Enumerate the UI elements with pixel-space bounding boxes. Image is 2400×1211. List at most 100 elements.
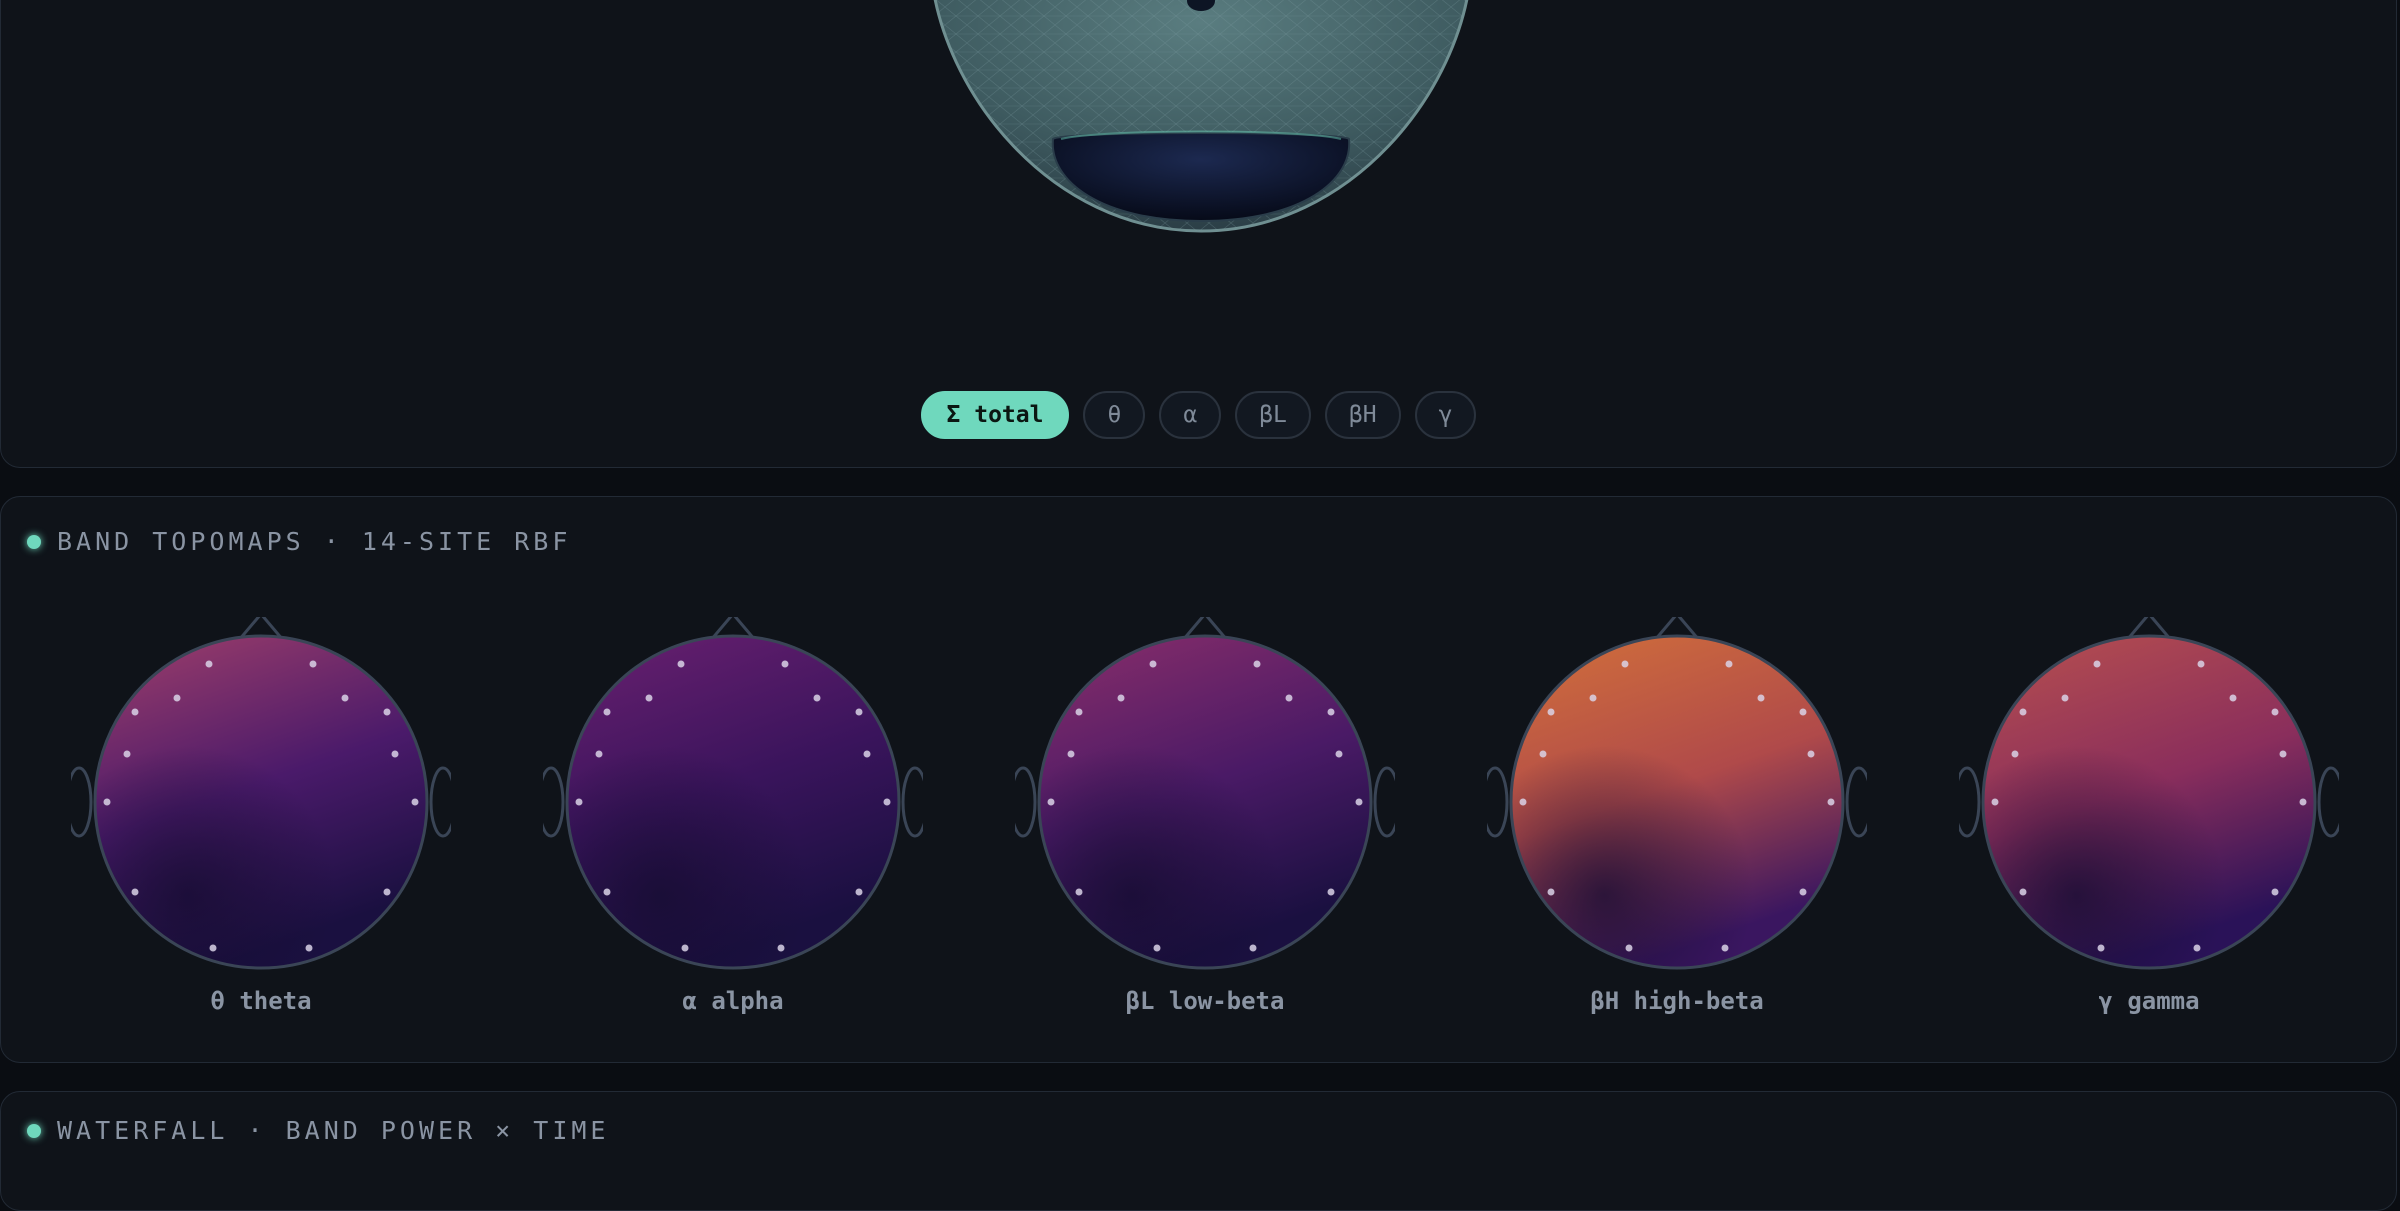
electrode-dot xyxy=(2299,798,2307,806)
electrode-dot xyxy=(411,798,419,806)
electrode-dot xyxy=(781,660,789,668)
band-pill-high-beta[interactable]: βH xyxy=(1324,391,1401,439)
topomap-cell: θ theta xyxy=(71,617,451,1015)
electrode-dot xyxy=(309,660,317,668)
waterfall-title: WATERFALL · BAND POWER × TIME xyxy=(57,1116,610,1145)
right-ear-icon xyxy=(2317,766,2339,838)
electrode-dot xyxy=(645,694,653,702)
electrode-dot xyxy=(855,708,863,716)
electrode-dot xyxy=(1799,708,1807,716)
topomap-label: α alpha xyxy=(682,987,784,1015)
electrode-dot xyxy=(205,660,213,668)
left-ear-icon xyxy=(1487,766,1509,838)
topomap-shade xyxy=(95,636,427,968)
topomaps-header: BAND TOPOMAPS · 14-SITE RBF xyxy=(27,527,571,556)
status-dot-icon xyxy=(27,534,41,549)
electrode-dot xyxy=(863,750,871,758)
electrode-dot xyxy=(103,798,111,806)
band-pill-low-beta[interactable]: βL xyxy=(1235,391,1311,439)
band-selector: Σ total θ α βL βH γ xyxy=(1,391,2396,439)
electrode-dot xyxy=(341,694,349,702)
electrode-dot xyxy=(1327,708,1335,716)
electrode-dot xyxy=(391,750,399,758)
topomaps-title: BAND TOPOMAPS · 14-SITE RBF xyxy=(57,527,572,556)
electrode-dot xyxy=(1075,888,1083,896)
right-ear-icon xyxy=(1373,766,1395,838)
electrode-dot xyxy=(2229,694,2237,702)
band-pill-gamma[interactable]: γ xyxy=(1414,391,1477,439)
head-3d-render xyxy=(933,0,1469,233)
electrode-dot xyxy=(2271,888,2279,896)
topomap-head xyxy=(1959,617,2339,970)
band-pill-total[interactable]: Σ total xyxy=(920,391,1070,439)
electrode-dot xyxy=(1075,708,1083,716)
electrode-dot xyxy=(2061,694,2069,702)
left-ear-icon xyxy=(71,766,93,838)
topomap-cell: γ gamma xyxy=(1959,617,2339,1015)
electrode-dot xyxy=(1625,944,1633,952)
electrode-dot xyxy=(2193,944,2201,952)
topomap-head xyxy=(1015,617,1395,970)
electrode-dot xyxy=(677,660,685,668)
electrode-dot xyxy=(1807,750,1815,758)
electrode-dot xyxy=(595,750,603,758)
topomaps-row: θ theta α alpha βL low-beta βH high-beta γ g… xyxy=(71,617,2339,1015)
status-dot-icon xyxy=(27,1123,41,1138)
electrode-dot xyxy=(1539,750,1547,758)
electrode-dot xyxy=(2197,660,2205,668)
electrode-dot xyxy=(681,944,689,952)
right-ear-icon xyxy=(1845,766,1867,838)
right-ear-icon xyxy=(901,766,923,838)
topomaps-panel: BAND TOPOMAPS · 14-SITE RBF θ theta α alp… xyxy=(0,496,2397,1063)
electrode-dot xyxy=(1621,660,1629,668)
head-3d-view[interactable] xyxy=(901,0,1501,245)
electrode-dot xyxy=(1519,798,1527,806)
electrode-dot xyxy=(131,708,139,716)
topomap-label: θ theta xyxy=(210,987,312,1015)
electrode-dot xyxy=(1047,798,1055,806)
electrode-dot xyxy=(2093,660,2101,668)
electrode-dot xyxy=(575,798,583,806)
electrode-dot xyxy=(1327,888,1335,896)
right-ear-icon xyxy=(429,766,451,838)
electrode-dot xyxy=(1589,694,1597,702)
electrode-dot xyxy=(855,888,863,896)
electrode-dot xyxy=(1355,798,1363,806)
electrode-dot xyxy=(777,944,785,952)
electrode-dot xyxy=(383,708,391,716)
topomap-head xyxy=(71,617,451,970)
band-pill-alpha[interactable]: α xyxy=(1159,391,1222,439)
left-ear-icon xyxy=(543,766,565,838)
electrode-dot xyxy=(123,750,131,758)
electrode-dot xyxy=(883,798,891,806)
electrode-dot xyxy=(1547,708,1555,716)
topomap-label: γ gamma xyxy=(2098,987,2200,1015)
waterfall-panel: WATERFALL · BAND POWER × TIME xyxy=(0,1091,2397,1211)
left-ear-icon xyxy=(1015,766,1037,838)
electrode-dot xyxy=(1827,798,1835,806)
electrode-dot xyxy=(1799,888,1807,896)
electrode-dot xyxy=(383,888,391,896)
topomap-shade xyxy=(1983,636,2315,968)
electrode-dot xyxy=(2279,750,2287,758)
band-pill-theta[interactable]: θ xyxy=(1083,391,1146,439)
electrode-dot xyxy=(1249,944,1257,952)
electrode-dot xyxy=(2011,750,2019,758)
electrode-dot xyxy=(813,694,821,702)
electrode-dot xyxy=(2271,708,2279,716)
electrode-dot xyxy=(603,708,611,716)
topomap-label: βH high-beta xyxy=(1590,987,1764,1015)
topomap-cell: βH high-beta xyxy=(1487,617,1867,1015)
electrode-dot xyxy=(2097,944,2105,952)
head-3d-panel: Σ total θ α βL βH γ xyxy=(0,0,2397,468)
electrode-dot xyxy=(1285,694,1293,702)
electrode-dot xyxy=(1721,944,1729,952)
electrode-dot xyxy=(1991,798,1999,806)
topomap-cell: α alpha xyxy=(543,617,923,1015)
electrode-dot xyxy=(1153,944,1161,952)
waterfall-header: WATERFALL · BAND POWER × TIME xyxy=(27,1116,610,1145)
electrode-dot xyxy=(2019,888,2027,896)
electrode-dot xyxy=(1335,750,1343,758)
electrode-dot xyxy=(2019,708,2027,716)
topomap-cell: βL low-beta xyxy=(1015,617,1395,1015)
